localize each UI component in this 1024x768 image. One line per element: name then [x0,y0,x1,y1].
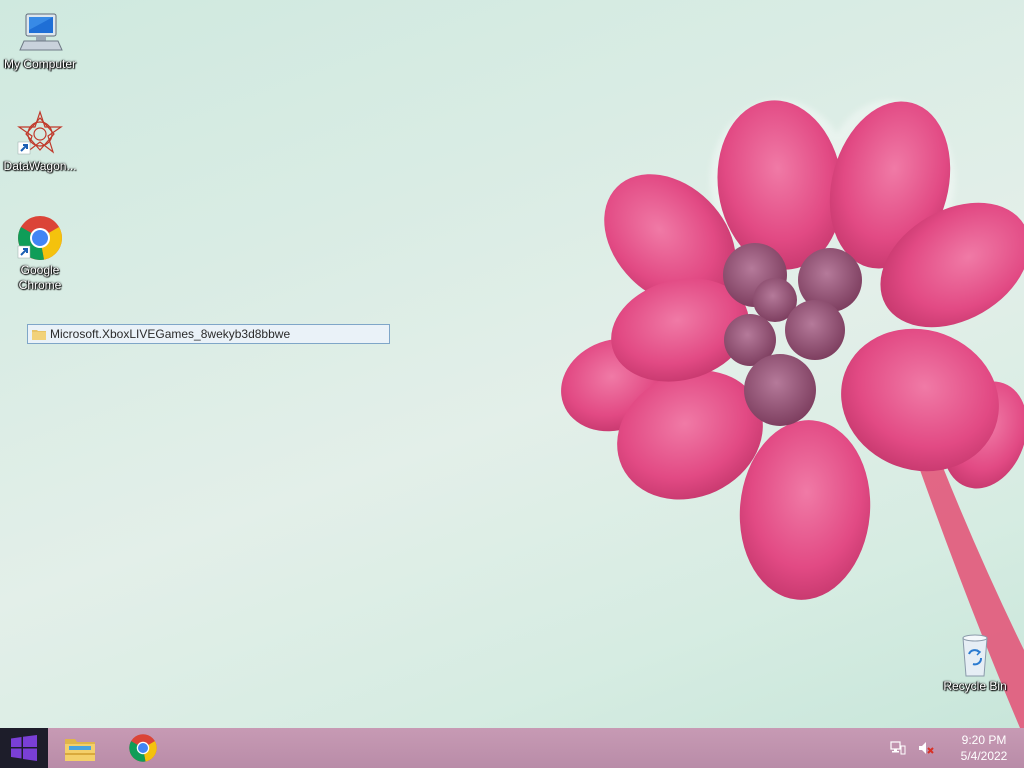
file-explorer-icon [65,739,95,761]
recycle-bin-icon [962,634,988,677]
windows-logo-icon [11,735,37,761]
start-button[interactable] [0,728,48,768]
network-icon[interactable] [890,740,906,756]
taskbar-chrome[interactable] [113,728,173,768]
taskbar-file-explorer[interactable] [50,728,110,768]
desktop[interactable]: My Computer DataWagon... Google Chrome M… [0,0,1024,728]
desktop-icon-datawagon[interactable]: DataWagon... [0,110,80,174]
desktop-icon-my-computer[interactable]: My Computer [0,8,80,72]
folder-icon [32,330,46,340]
desktop-icon-recycle-bin[interactable]: Recycle Bin [935,630,1015,694]
clock-date: 5/4/2022 [960,749,1008,763]
taskbar: 9:20 PM 5/4/2022 [0,728,1024,768]
desktop-icon-label: My Computer [3,57,77,71]
rename-field[interactable]: Microsoft.XboxLIVEGames_8wekyb3d8bbwe [27,324,390,344]
rename-field-value[interactable]: Microsoft.XboxLIVEGames_8wekyb3d8bbwe [50,327,290,341]
datawagon-icon [17,110,63,155]
desktop-icon-label: Google Chrome [18,263,62,292]
chrome-icon [129,734,157,762]
desktop-icon-label: Recycle Bin [943,679,1007,693]
system-tray: 9:20 PM 5/4/2022 [884,728,1024,768]
desktop-icon-label: DataWagon... [3,159,77,173]
desktop-icon-google-chrome[interactable]: Google Chrome [0,214,80,293]
clock[interactable]: 9:20 PM 5/4/2022 [944,732,1024,764]
clock-time: 9:20 PM [961,733,1007,747]
volume-muted-icon[interactable] [918,740,934,756]
chrome-icon [17,216,62,260]
computer-icon [19,13,63,51]
